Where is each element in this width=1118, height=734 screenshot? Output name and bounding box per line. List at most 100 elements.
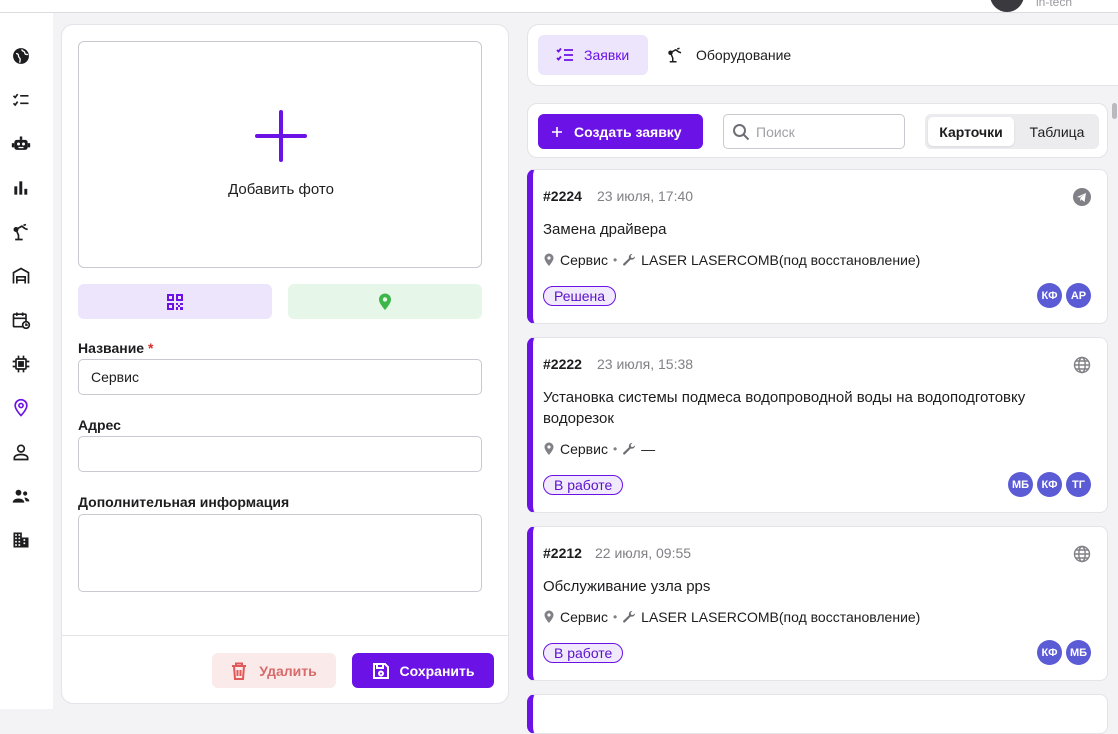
robot-icon[interactable]: [10, 133, 32, 155]
checklist-icon: [556, 47, 573, 61]
request-equipment: —: [641, 441, 656, 457]
request-number: #2212: [543, 545, 582, 561]
user-name: in-tech: [1036, 0, 1073, 9]
bar-chart-icon[interactable]: [10, 177, 32, 199]
request-equipment: LASER LASERCOMB(под восстановление): [641, 609, 921, 625]
requests-toolbar: Создать заявку Карточки Таблица: [527, 103, 1108, 158]
search-input[interactable]: [756, 123, 896, 140]
telegram-icon: [1073, 188, 1091, 206]
globe-icon[interactable]: [10, 45, 32, 67]
avatar[interactable]: КФ: [1037, 283, 1062, 308]
wrench-icon: [622, 442, 636, 456]
status-badge: В работе: [543, 475, 624, 495]
separator-dot: •: [612, 610, 618, 624]
request-location: Сервис: [560, 609, 608, 625]
request-card[interactable]: #2222 23 июля, 15:38 Установка системы п…: [527, 337, 1108, 513]
tab-requests[interactable]: Заявки: [538, 35, 648, 75]
warehouse-icon[interactable]: [10, 265, 32, 287]
request-number: #2222: [543, 356, 582, 372]
name-input[interactable]: [78, 359, 482, 395]
request-date: 23 июля, 17:40: [597, 188, 694, 204]
delete-label: Удалить: [259, 662, 317, 679]
building-icon[interactable]: [10, 529, 32, 551]
name-label-text: Название: [78, 340, 145, 356]
separator-dot: •: [612, 442, 618, 456]
location-pin-icon[interactable]: [10, 397, 32, 419]
location-form: Добавить фото Название * Адрес Дополните…: [61, 24, 509, 704]
user-avatar[interactable]: [990, 0, 1024, 12]
robot-arm-icon[interactable]: [10, 221, 32, 243]
create-request-button[interactable]: Создать заявку: [538, 114, 703, 149]
view-toggle: Карточки Таблица: [925, 114, 1099, 149]
view-cards-button[interactable]: Карточки: [928, 117, 1014, 146]
checklist-icon[interactable]: [10, 89, 32, 111]
avatar[interactable]: МБ: [1066, 640, 1091, 665]
address-label: Адрес: [78, 417, 121, 433]
save-label: Сохранить: [399, 662, 475, 679]
map-location-button[interactable]: [288, 284, 482, 319]
avatar[interactable]: ТГ: [1066, 472, 1091, 497]
tab-requests-label: Заявки: [584, 47, 630, 63]
plus-icon: [552, 126, 562, 137]
view-table-button[interactable]: Таблица: [1017, 117, 1097, 146]
save-button[interactable]: Сохранить: [352, 653, 494, 688]
search-field[interactable]: [723, 114, 905, 149]
request-meta: Сервис • LASER LASERCOMB(под восстановле…: [543, 609, 920, 625]
request-meta: Сервис • LASER LASERCOMB(под восстановле…: [543, 252, 920, 268]
people-icon[interactable]: [10, 485, 32, 507]
globe-icon: [1073, 545, 1091, 563]
request-location: Сервис: [560, 441, 608, 457]
separator-dot: •: [612, 253, 618, 267]
avatar[interactable]: АР: [1066, 283, 1091, 308]
request-card[interactable]: #2212 22 июля, 09:55 Обслуживание узла p…: [527, 526, 1108, 681]
status-badge: В работе: [543, 643, 624, 663]
extra-info-label: Дополнительная информация: [78, 494, 290, 510]
assignee-avatars: КФ АР: [1037, 283, 1091, 308]
required-mark: *: [147, 340, 154, 356]
wrench-icon: [622, 610, 636, 624]
calendar-history-icon[interactable]: [10, 309, 32, 331]
request-card[interactable]: [527, 694, 1108, 734]
scrollbar-thumb[interactable]: [1112, 103, 1117, 119]
qr-code-button[interactable]: [78, 284, 272, 319]
avatar[interactable]: КФ: [1037, 472, 1062, 497]
add-photo-label: Добавить фото: [228, 181, 334, 198]
search-icon: [733, 123, 750, 140]
floppy-disk-icon: [372, 662, 389, 679]
map-pin-icon: [543, 253, 555, 267]
add-photo-area[interactable]: Добавить фото: [78, 41, 482, 268]
plus-icon: [255, 110, 307, 162]
wrench-icon: [622, 253, 636, 267]
request-number: #2224: [543, 188, 582, 204]
request-date: 23 июля, 15:38: [597, 356, 694, 372]
map-pin-icon: [543, 610, 555, 624]
request-title: Замена драйвера: [543, 221, 667, 238]
map-pin-icon: [543, 442, 555, 456]
section-tabs: Заявки Оборудование: [527, 24, 1118, 86]
request-meta: Сервис • —: [543, 441, 655, 457]
robot-arm-icon: [668, 47, 682, 63]
map-pin-icon: [379, 293, 391, 310]
avatar[interactable]: КФ: [1037, 640, 1062, 665]
qr-code-icon: [167, 293, 183, 310]
tab-equipment-label: Оборудование: [696, 47, 792, 63]
assignee-avatars: МБ КФ ТГ: [1008, 472, 1091, 497]
tab-equipment[interactable]: Оборудование: [666, 35, 791, 75]
delete-button[interactable]: Удалить: [212, 653, 336, 688]
assignee-avatars: КФ МБ: [1037, 640, 1091, 665]
request-equipment: LASER LASERCOMB(под восстановление): [641, 252, 921, 268]
request-card[interactable]: #2224 23 июля, 17:40 Замена драйвера Сер…: [527, 169, 1108, 324]
trash-icon: [232, 662, 247, 680]
chip-icon[interactable]: [10, 353, 32, 375]
sidebar-rail: [0, 13, 53, 709]
list-scrollbar[interactable]: [1111, 103, 1118, 709]
request-title: Установка системы подмеса водопроводной …: [543, 389, 1026, 427]
avatar[interactable]: МБ: [1008, 472, 1033, 497]
name-label: Название *: [78, 340, 153, 356]
globe-icon: [1073, 356, 1091, 374]
address-input[interactable]: [78, 436, 482, 472]
status-badge: Решена: [543, 286, 617, 306]
top-bar: in-tech: [0, 0, 1118, 13]
person-icon[interactable]: [10, 441, 32, 463]
extra-info-textarea[interactable]: [78, 514, 482, 592]
